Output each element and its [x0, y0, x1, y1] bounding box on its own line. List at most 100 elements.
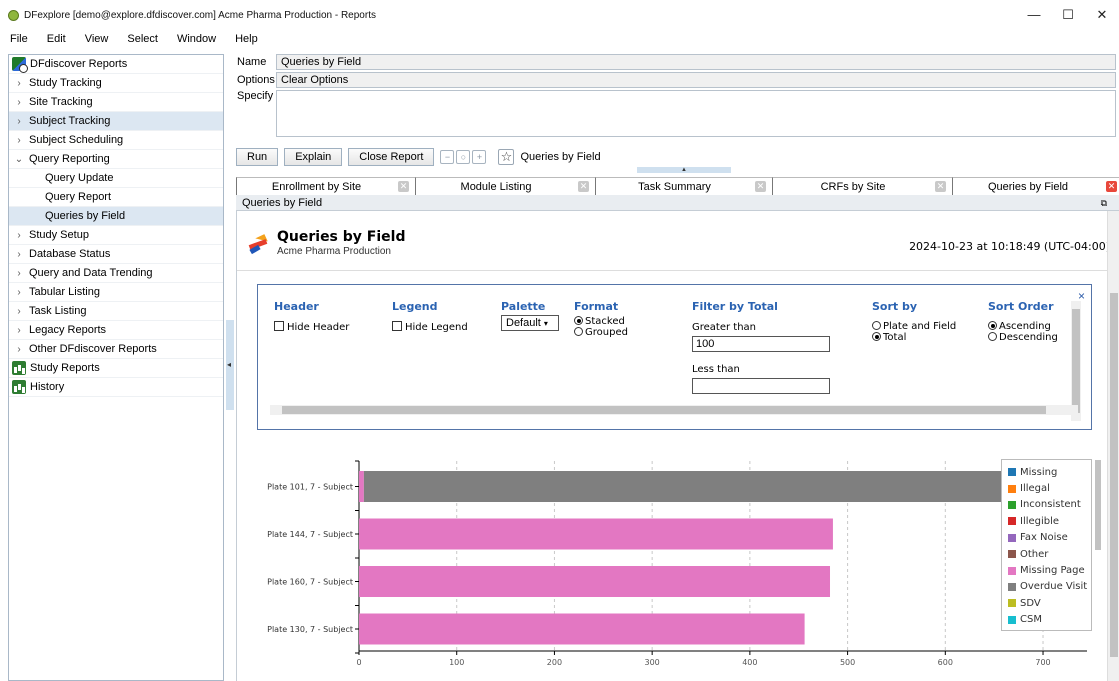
greater-than-input[interactable]: 100: [692, 336, 830, 352]
tree-item-query-report[interactable]: Query Report: [9, 188, 223, 207]
specify-field[interactable]: [276, 90, 1116, 137]
menu-select[interactable]: Select: [117, 33, 167, 45]
name-field[interactable]: Queries by Field: [276, 54, 1116, 70]
tree-item-query-reporting[interactable]: ⌄ Query Reporting: [9, 150, 223, 169]
close-tab-icon[interactable]: ✕: [1106, 181, 1117, 192]
legend-item[interactable]: Missing: [1008, 464, 1091, 480]
close-tab-icon[interactable]: ✕: [935, 181, 946, 192]
chevron-down-icon[interactable]: ⌄: [13, 154, 25, 165]
tree-item-query-update[interactable]: Query Update: [9, 169, 223, 188]
scrollbar-thumb[interactable]: [1072, 309, 1080, 413]
options-vertical-scrollbar[interactable]: [1071, 301, 1081, 421]
bar-segment: [359, 471, 364, 502]
radio-dot[interactable]: [872, 332, 881, 341]
close-report-button[interactable]: Close Report: [348, 148, 435, 166]
report-vertical-scrollbar[interactable]: [1107, 211, 1119, 681]
tab-task-summary[interactable]: Task Summary ✕: [595, 177, 772, 195]
tree-item-tabular-listing[interactable]: › Tabular Listing: [9, 283, 223, 302]
tree-item-site-tracking[interactable]: › Site Tracking: [9, 93, 223, 112]
tab-module-listing[interactable]: Module Listing ✕: [415, 177, 595, 195]
legend-item[interactable]: Fax Noise: [1008, 530, 1091, 546]
tree-item-queries-by-field[interactable]: Queries by Field: [9, 207, 223, 226]
tree-item-other-dfdiscover-reports[interactable]: › Other DFdiscover Reports: [9, 340, 223, 359]
checkbox-box[interactable]: [274, 321, 284, 331]
chevron-right-icon[interactable]: ›: [13, 135, 25, 146]
radio-dot[interactable]: [872, 321, 881, 330]
tree-item-subject-scheduling[interactable]: › Subject Scheduling: [9, 131, 223, 150]
options-field[interactable]: Clear Options: [276, 72, 1116, 88]
run-button[interactable]: Run: [236, 148, 279, 166]
legend-item[interactable]: SDV: [1008, 595, 1091, 611]
tree-item-database-status[interactable]: › Database Status: [9, 245, 223, 264]
chevron-right-icon[interactable]: ›: [13, 268, 25, 279]
tree-item-subject-tracking[interactable]: › Subject Tracking: [9, 112, 223, 131]
radio-dot[interactable]: [988, 321, 997, 330]
format-stacked-radio[interactable]: Stacked: [574, 316, 628, 327]
sort-total-radio[interactable]: Total: [872, 332, 956, 343]
chevron-right-icon[interactable]: ›: [13, 306, 25, 317]
tree-item-task-listing[interactable]: › Task Listing: [9, 302, 223, 321]
menu-edit[interactable]: Edit: [37, 33, 75, 45]
legend-item[interactable]: Missing Page: [1008, 562, 1091, 578]
legend-item[interactable]: Other: [1008, 546, 1091, 562]
close-tab-icon[interactable]: ✕: [398, 181, 409, 192]
collapse-form-handle[interactable]: ▲: [637, 167, 731, 173]
menu-help[interactable]: Help: [225, 33, 267, 45]
legend-item[interactable]: Illegal: [1008, 480, 1091, 496]
sort-ascending-radio[interactable]: Ascending: [988, 321, 1058, 332]
close-window-button[interactable]: ✕: [1085, 0, 1119, 30]
legend-item[interactable]: Overdue Visit: [1008, 579, 1091, 595]
legend-item[interactable]: Illegible: [1008, 513, 1091, 529]
tab-queries-by-field[interactable]: Queries by Field ✕: [952, 177, 1119, 195]
menu-file[interactable]: File: [0, 33, 37, 45]
tree-item-study-setup[interactable]: › Study Setup: [9, 226, 223, 245]
chevron-right-icon[interactable]: ›: [13, 249, 25, 260]
tab-enrollment-by-site[interactable]: Enrollment by Site ✕: [236, 177, 415, 195]
legend-item[interactable]: Inconsistent: [1008, 497, 1091, 513]
chevron-right-icon[interactable]: ›: [13, 344, 25, 355]
radio-dot[interactable]: [988, 332, 997, 341]
less-than-input[interactable]: [692, 378, 830, 394]
radio-dot[interactable]: [574, 316, 583, 325]
zoom-out-icon[interactable]: −: [440, 150, 455, 164]
palette-select[interactable]: Default ▾: [501, 315, 559, 331]
sort-plate-field-radio[interactable]: Plate and Field: [872, 321, 956, 332]
scrollbar-thumb[interactable]: [1110, 293, 1118, 657]
chevron-right-icon[interactable]: ›: [13, 78, 25, 89]
splitter-handle[interactable]: ◂: [226, 320, 234, 410]
explain-button[interactable]: Explain: [284, 148, 343, 166]
float-panel-icon[interactable]: ⧉: [1101, 195, 1107, 211]
tree-item-study-tracking[interactable]: › Study Tracking: [9, 74, 223, 93]
zoom-reset-icon[interactable]: ○: [456, 150, 471, 164]
tree-item-history[interactable]: History: [9, 378, 223, 397]
menu-window[interactable]: Window: [167, 33, 225, 45]
minimize-button[interactable]: —: [1017, 0, 1051, 30]
tab-crfs-by-site[interactable]: CRFs by Site ✕: [772, 177, 952, 195]
tree-item-legacy-reports[interactable]: › Legacy Reports: [9, 321, 223, 340]
chevron-right-icon[interactable]: ›: [13, 230, 25, 241]
tree-root[interactable]: DFdiscover Reports: [9, 55, 223, 74]
legend-scrollbar[interactable]: [1095, 460, 1101, 550]
close-tab-icon[interactable]: ✕: [578, 181, 589, 192]
legend-item[interactable]: CSM: [1008, 612, 1091, 628]
format-grouped-radio[interactable]: Grouped: [574, 327, 628, 338]
chevron-right-icon[interactable]: ›: [13, 97, 25, 108]
report-tree[interactable]: DFdiscover Reports › Study Tracking › Site …: [8, 54, 224, 681]
hide-header-checkbox[interactable]: Hide Header: [274, 321, 349, 333]
radio-dot[interactable]: [574, 327, 583, 336]
maximize-button[interactable]: ☐: [1051, 0, 1085, 30]
chevron-right-icon[interactable]: ›: [13, 287, 25, 298]
tree-item-query-and-data-trending[interactable]: › Query and Data Trending: [9, 264, 223, 283]
chevron-right-icon[interactable]: ›: [13, 325, 25, 336]
zoom-in-icon[interactable]: +: [472, 150, 487, 164]
close-tab-icon[interactable]: ✕: [755, 181, 766, 192]
sort-descending-radio[interactable]: Descending: [988, 332, 1058, 343]
tree-item-study-reports[interactable]: Study Reports: [9, 359, 223, 378]
menu-view[interactable]: View: [75, 33, 118, 45]
chevron-right-icon[interactable]: ›: [13, 116, 25, 127]
hide-legend-checkbox[interactable]: Hide Legend: [392, 321, 468, 333]
checkbox-box[interactable]: [392, 321, 402, 331]
scrollbar-thumb[interactable]: [282, 406, 1046, 414]
favorite-star-icon[interactable]: ☆: [498, 149, 515, 165]
options-horizontal-scrollbar[interactable]: [270, 405, 1078, 415]
